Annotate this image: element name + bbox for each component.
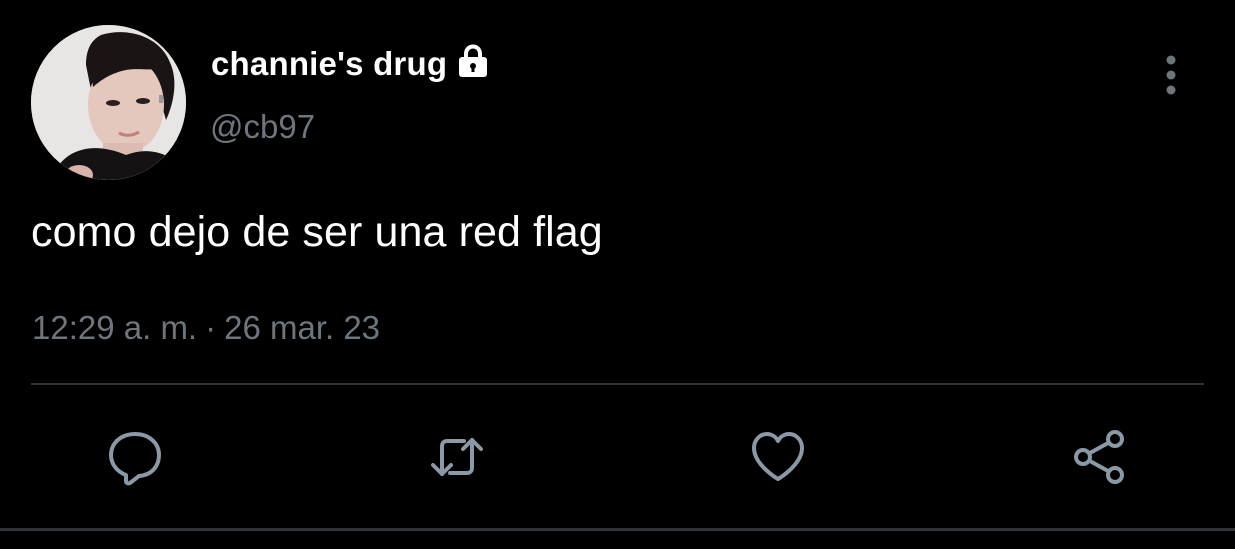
- retweet-icon: [431, 438, 483, 476]
- display-name[interactable]: channie's drug: [211, 45, 447, 83]
- tweet-card: channie's drug @cb97 como dejo de ser un…: [0, 0, 1235, 549]
- bottom-divider: [0, 528, 1235, 531]
- tweet-text: como dejo de ser una red flag: [31, 208, 603, 256]
- lock-icon: [455, 43, 491, 79]
- divider: [31, 383, 1204, 385]
- user-avatar[interactable]: [31, 25, 186, 180]
- heart-icon: [752, 432, 804, 481]
- user-handle[interactable]: @cb97: [210, 108, 315, 146]
- timestamp-separator: ·: [205, 309, 217, 346]
- reply-button[interactable]: [103, 425, 167, 489]
- avatar-image: [31, 25, 186, 180]
- retweet-button[interactable]: [425, 425, 489, 489]
- tweet-time: 12:29 a. m.: [32, 309, 198, 346]
- display-name-row: channie's drug: [211, 42, 491, 86]
- share-icon: [1074, 430, 1124, 484]
- more-vertical-icon[interactable]: [1155, 53, 1187, 97]
- share-button[interactable]: [1068, 425, 1132, 489]
- reply-icon: [109, 432, 161, 486]
- tweet-date: 26 mar. 23: [224, 309, 381, 346]
- tweet-timestamp[interactable]: 12:29 a. m. · 26 mar. 23: [32, 309, 380, 347]
- like-button[interactable]: [746, 425, 810, 489]
